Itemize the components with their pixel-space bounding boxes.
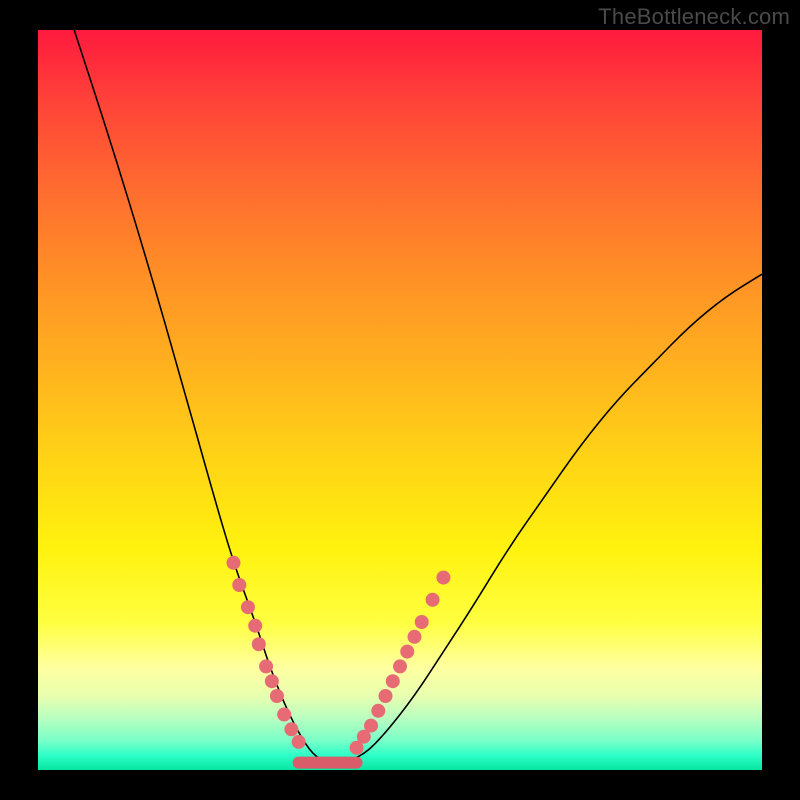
plot-area (38, 30, 762, 770)
data-marker (232, 578, 246, 592)
data-marker (248, 619, 262, 633)
data-marker (226, 556, 240, 570)
data-marker (292, 735, 306, 749)
data-marker (364, 719, 378, 733)
data-marker (371, 704, 385, 718)
watermark-text: TheBottleneck.com (598, 4, 790, 30)
markers-left-cluster (226, 556, 305, 749)
data-marker (259, 659, 273, 673)
data-marker (270, 689, 284, 703)
bottleneck-curve (74, 30, 762, 763)
data-marker (393, 659, 407, 673)
data-marker (284, 722, 298, 736)
data-marker (386, 674, 400, 688)
data-marker (277, 708, 291, 722)
data-marker (265, 674, 279, 688)
data-marker (436, 571, 450, 585)
data-marker (241, 600, 255, 614)
data-marker (379, 689, 393, 703)
chart-frame: TheBottleneck.com (0, 0, 800, 800)
data-marker (407, 630, 421, 644)
chart-svg (38, 30, 762, 770)
data-marker (400, 645, 414, 659)
data-marker (252, 637, 266, 651)
data-marker (415, 615, 429, 629)
data-marker (426, 593, 440, 607)
